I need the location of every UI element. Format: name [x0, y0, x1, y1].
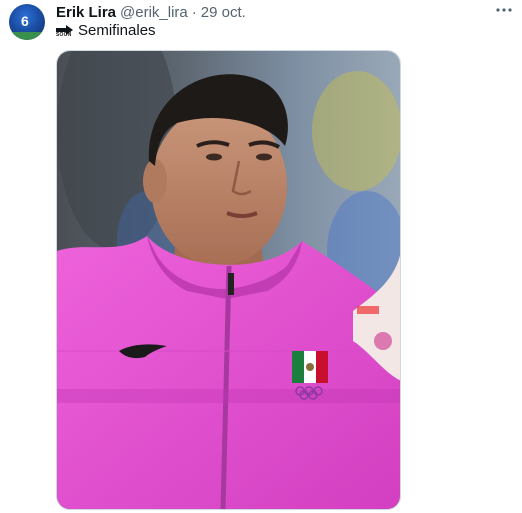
tweet-body: Semifinales	[78, 21, 156, 39]
author-name[interactable]: Erik Lira	[56, 4, 116, 21]
soon-arrow-icon: SOON	[56, 22, 74, 38]
tweet-text: SOON Semifinales	[56, 21, 156, 39]
separator-dot: ·	[191, 3, 197, 21]
avatar-jersey-number: 6	[21, 13, 29, 29]
author-handle[interactable]: @erik_lira	[120, 4, 188, 21]
more-horizontal-icon[interactable]	[494, 0, 514, 20]
tweet-photo[interactable]	[56, 50, 401, 510]
soon-label: SOON	[56, 32, 72, 38]
tweet-header: Erik Lira @erik_lira · 29 oct.	[56, 2, 246, 22]
avatar-jersey-stripe	[9, 32, 45, 40]
avatar[interactable]: 6	[9, 4, 45, 40]
tweet-date[interactable]: 29 oct.	[201, 4, 246, 21]
